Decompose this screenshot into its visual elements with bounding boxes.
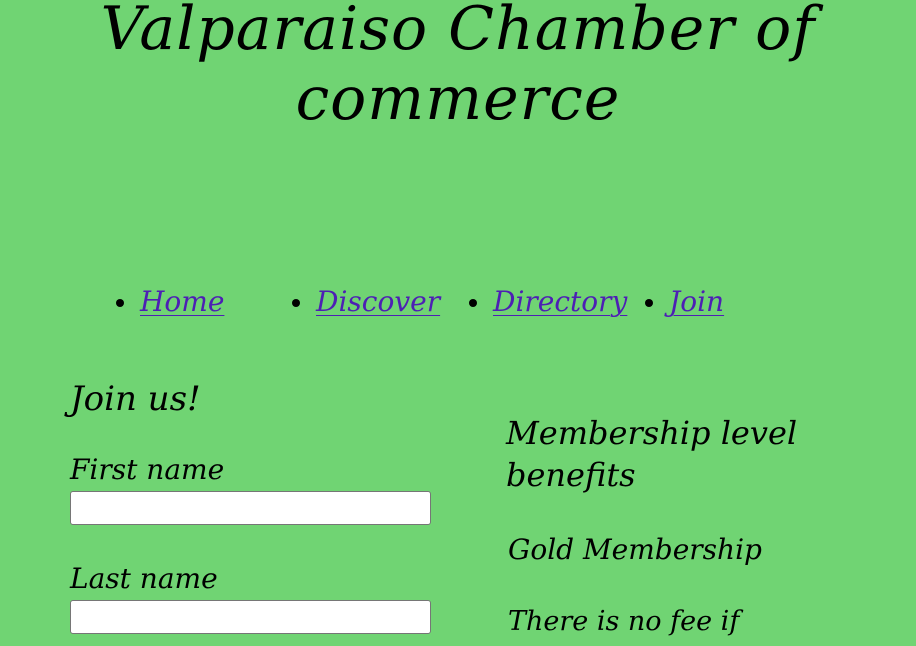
bullet-icon	[116, 299, 124, 307]
page: Valparaiso Chamber of commerce Home Disc…	[0, 0, 916, 646]
site-title: Valparaiso Chamber of commerce	[100, 0, 816, 134]
nav-link-home[interactable]: Home	[140, 280, 224, 324]
gold-membership-heading: Gold Membership	[508, 533, 762, 566]
join-heading: Join us!	[70, 379, 201, 419]
bullet-icon	[292, 299, 300, 307]
nav-link-directory[interactable]: Directory	[493, 280, 627, 324]
last-name-label: Last name	[70, 562, 218, 595]
first-name-label: First name	[70, 453, 225, 486]
benefits-heading: Membership level benefits	[506, 414, 798, 494]
nav-link-join[interactable]: Join	[669, 280, 724, 324]
main-navigation: Home Discover Directory Join	[0, 280, 916, 330]
nav-link-discover[interactable]: Discover	[316, 280, 440, 324]
gold-membership-text: There is no fee if	[508, 606, 740, 637]
first-name-input[interactable]	[70, 491, 431, 525]
bullet-icon	[469, 299, 477, 307]
last-name-input[interactable]	[70, 600, 431, 634]
bullet-icon	[645, 299, 653, 307]
